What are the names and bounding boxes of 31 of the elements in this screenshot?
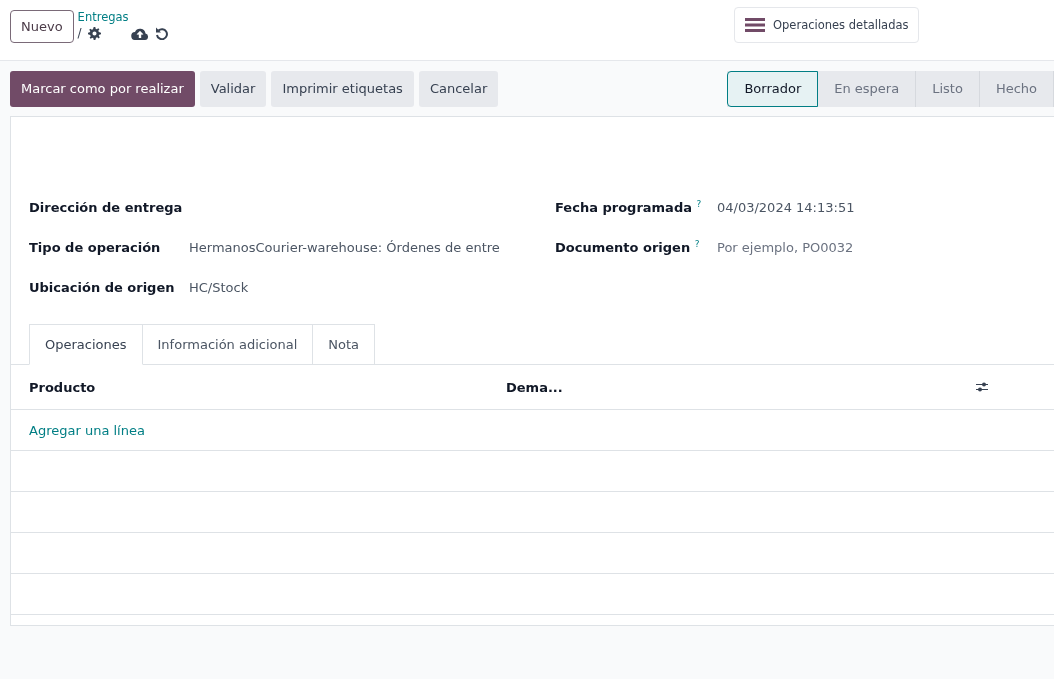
action-button[interactable]: Cancelar <box>418 70 499 107</box>
detailed-operations-button[interactable]: Operaciones detalladas <box>734 7 920 43</box>
field-label: Ubicación de origen <box>29 279 176 295</box>
tab[interactable]: Operaciones <box>29 324 143 365</box>
tab[interactable]: Nota <box>313 324 376 365</box>
menu-icon <box>745 17 765 33</box>
mark-as-todo-button[interactable]: Marcar como por realizar <box>10 70 195 107</box>
field-value[interactable]: 04/03/2024 14:13:51 <box>717 199 855 215</box>
new-button[interactable]: Nuevo <box>10 10 74 43</box>
field-label: Dirección de entrega <box>29 199 184 215</box>
column-settings-icon[interactable] <box>976 381 988 393</box>
status-step[interactable]: Hecho <box>979 70 1054 107</box>
column-header[interactable]: Dema... <box>506 379 976 395</box>
breadcrumb-link[interactable]: Entregas <box>77 10 168 24</box>
breadcrumb-separator: / <box>77 26 82 40</box>
add-line-link[interactable]: Agregar una línea <box>29 422 145 438</box>
action-button[interactable]: Validar <box>199 70 267 107</box>
field-value[interactable]: HC/Stock <box>189 279 249 295</box>
status-step[interactable]: Borrador <box>727 70 819 107</box>
status-step[interactable]: Listo <box>916 70 980 107</box>
action-button[interactable]: Imprimir etiquetas <box>271 70 414 107</box>
field-value[interactable]: HermanosCourier-warehouse: Órdenes de entre <box>189 239 500 255</box>
field-label: Fecha programada $^{?}$ <box>555 198 703 216</box>
tab[interactable]: Información adicional <box>142 324 314 365</box>
settings-icon[interactable] <box>87 26 101 40</box>
field-label: Tipo de operación <box>29 239 162 255</box>
cloud-upload-icon[interactable] <box>130 26 149 40</box>
status-step[interactable]: En espera <box>818 70 917 107</box>
field-label: Documento origen $^{?}$ <box>555 238 701 256</box>
column-header[interactable]: Producto <box>29 379 506 395</box>
undo-icon[interactable] <box>154 26 168 40</box>
